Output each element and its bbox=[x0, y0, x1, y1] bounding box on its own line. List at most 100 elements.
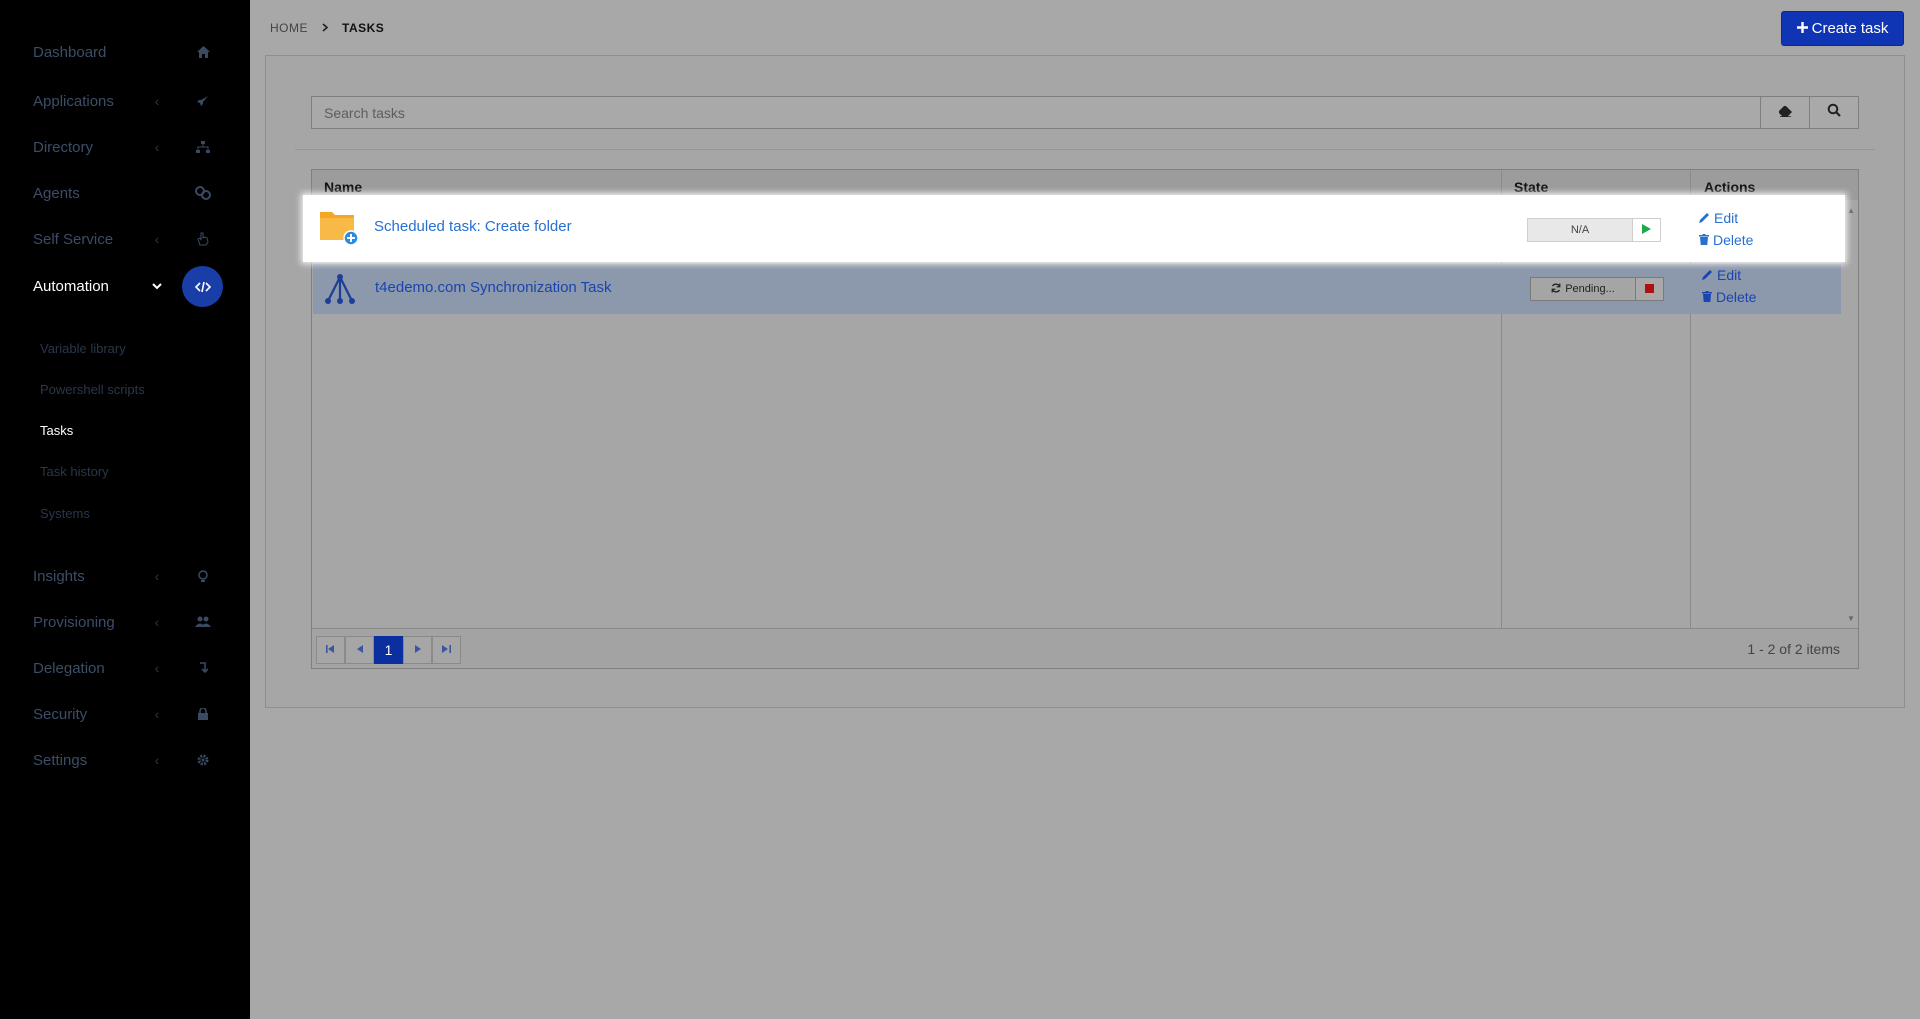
stop-icon bbox=[1645, 280, 1654, 298]
run-task-button[interactable] bbox=[1633, 218, 1661, 242]
chevron-down-icon bbox=[150, 279, 164, 293]
state-label: N/A bbox=[1527, 218, 1633, 242]
search-icon bbox=[1827, 103, 1841, 122]
home-icon bbox=[190, 39, 216, 65]
column-header-actions: Actions bbox=[1704, 179, 1756, 195]
lightbulb-icon bbox=[190, 563, 216, 589]
trash-icon bbox=[1702, 289, 1712, 305]
nav-automation[interactable]: Automation bbox=[0, 263, 250, 309]
nav-provisioning[interactable]: Provisioning ‹ bbox=[0, 599, 250, 645]
agents-icon bbox=[190, 180, 216, 206]
breadcrumb-home[interactable]: HOME bbox=[270, 21, 308, 35]
nav-label: Insights bbox=[33, 567, 85, 585]
scroll-up-arrow[interactable]: ▲ bbox=[1847, 206, 1855, 215]
task-state: N/A bbox=[1527, 218, 1661, 242]
chevron-left-icon: ‹ bbox=[154, 660, 160, 676]
task-state: Pending... bbox=[1530, 277, 1664, 301]
breadcrumb: HOME TASKS bbox=[270, 21, 384, 35]
chevron-left-icon: ‹ bbox=[154, 568, 160, 584]
plus-icon bbox=[1796, 20, 1808, 37]
delete-link[interactable]: Delete bbox=[1699, 232, 1753, 248]
delegation-icon bbox=[190, 655, 216, 681]
prev-page-icon bbox=[356, 644, 363, 656]
nav-agents[interactable]: Agents bbox=[0, 170, 250, 216]
nav-label: Delegation bbox=[33, 659, 105, 677]
delete-label: Delete bbox=[1713, 232, 1754, 248]
lock-icon bbox=[190, 701, 216, 727]
task-name-link[interactable]: t4edemo.com Synchronization Task bbox=[375, 279, 612, 296]
subnav-tasks[interactable]: Tasks bbox=[40, 423, 73, 438]
trash-icon bbox=[1699, 232, 1709, 248]
next-page-icon bbox=[414, 644, 421, 656]
search-input[interactable] bbox=[312, 97, 1760, 128]
create-task-button[interactable]: Create task bbox=[1781, 11, 1904, 46]
column-header-name[interactable]: Name bbox=[324, 179, 362, 195]
nav-label: Agents bbox=[33, 184, 80, 202]
page-number-button[interactable]: 1 bbox=[374, 636, 403, 664]
clear-search-button[interactable] bbox=[1760, 96, 1810, 129]
first-page-icon bbox=[326, 644, 335, 656]
edit-label: Edit bbox=[1717, 267, 1742, 283]
nav-delegation[interactable]: Delegation ‹ bbox=[0, 645, 250, 691]
eraser-icon bbox=[1777, 104, 1792, 122]
sidebar: Dashboard Applications ‹ Directory ‹ Age… bbox=[0, 0, 250, 1019]
play-icon bbox=[1642, 221, 1651, 239]
nav-settings[interactable]: Settings ‹ bbox=[0, 737, 250, 783]
chevron-left-icon: ‹ bbox=[154, 614, 160, 630]
stop-task-button[interactable] bbox=[1636, 277, 1664, 301]
pagination: 1 1 - 2 of 2 items bbox=[312, 628, 1858, 668]
nav-label: Applications bbox=[33, 92, 114, 110]
subnav-task-history[interactable]: Task history bbox=[40, 464, 109, 479]
nav-applications[interactable]: Applications ‹ bbox=[0, 78, 250, 124]
breadcrumb-current: TASKS bbox=[342, 21, 385, 35]
edit-label: Edit bbox=[1714, 210, 1739, 226]
rocket-icon bbox=[190, 88, 216, 114]
delete-link[interactable]: Delete bbox=[1702, 289, 1756, 305]
chevron-left-icon: ‹ bbox=[154, 93, 160, 109]
nav-label: Provisioning bbox=[33, 613, 115, 631]
nav-dashboard[interactable]: Dashboard bbox=[0, 29, 250, 75]
nav-label: Settings bbox=[33, 751, 88, 769]
subnav-systems[interactable]: Systems bbox=[40, 506, 90, 521]
chevron-left-icon: ‹ bbox=[154, 139, 160, 155]
scroll-down-arrow[interactable]: ▼ bbox=[1847, 614, 1855, 623]
pencil-icon bbox=[1699, 210, 1710, 226]
table-row[interactable]: t4edemo.com Synchronization Task Pending… bbox=[313, 264, 1841, 314]
nav-label: Automation bbox=[33, 277, 109, 295]
sitemap-icon bbox=[190, 134, 216, 160]
last-page-button[interactable] bbox=[432, 636, 461, 664]
divider bbox=[295, 149, 1875, 150]
nav-label: Dashboard bbox=[33, 43, 107, 61]
edit-link[interactable]: Edit bbox=[1702, 267, 1741, 283]
column-header-state[interactable]: State bbox=[1514, 179, 1548, 195]
nav-label: Directory bbox=[33, 138, 94, 156]
nav-directory[interactable]: Directory ‹ bbox=[0, 124, 250, 170]
nav-security[interactable]: Security ‹ bbox=[0, 691, 250, 737]
subnav-variable-library[interactable]: Variable library bbox=[40, 341, 126, 356]
chevron-left-icon: ‹ bbox=[154, 231, 160, 247]
task-name-link[interactable]: Scheduled task: Create folder bbox=[374, 218, 572, 235]
code-icon bbox=[182, 266, 223, 307]
chevron-right-icon bbox=[322, 21, 329, 35]
state-text: N/A bbox=[1570, 224, 1590, 236]
chevron-left-icon: ‹ bbox=[154, 752, 160, 768]
first-page-button[interactable] bbox=[316, 636, 345, 664]
chevron-left-icon: ‹ bbox=[154, 706, 160, 722]
users-icon bbox=[190, 609, 216, 635]
pencil-icon bbox=[1702, 267, 1713, 283]
edit-link[interactable]: Edit bbox=[1699, 210, 1738, 226]
state-text: Pending... bbox=[1565, 283, 1615, 295]
nav-label: Security bbox=[33, 705, 88, 723]
nav-self-service[interactable]: Self Service ‹ bbox=[0, 216, 250, 262]
search-box bbox=[311, 96, 1761, 129]
table-row-highlighted[interactable]: Scheduled task: Create folder N/A Edit D… bbox=[303, 195, 1845, 262]
prev-page-button[interactable] bbox=[345, 636, 374, 664]
create-task-label: Create task bbox=[1811, 20, 1889, 37]
next-page-button[interactable] bbox=[403, 636, 432, 664]
hand-icon bbox=[190, 226, 216, 252]
nav-label: Self Service bbox=[33, 230, 114, 248]
refresh-icon bbox=[1551, 282, 1561, 296]
subnav-powershell-scripts[interactable]: Powershell scripts bbox=[40, 382, 145, 397]
search-button[interactable] bbox=[1809, 96, 1859, 129]
nav-insights[interactable]: Insights ‹ bbox=[0, 553, 250, 599]
